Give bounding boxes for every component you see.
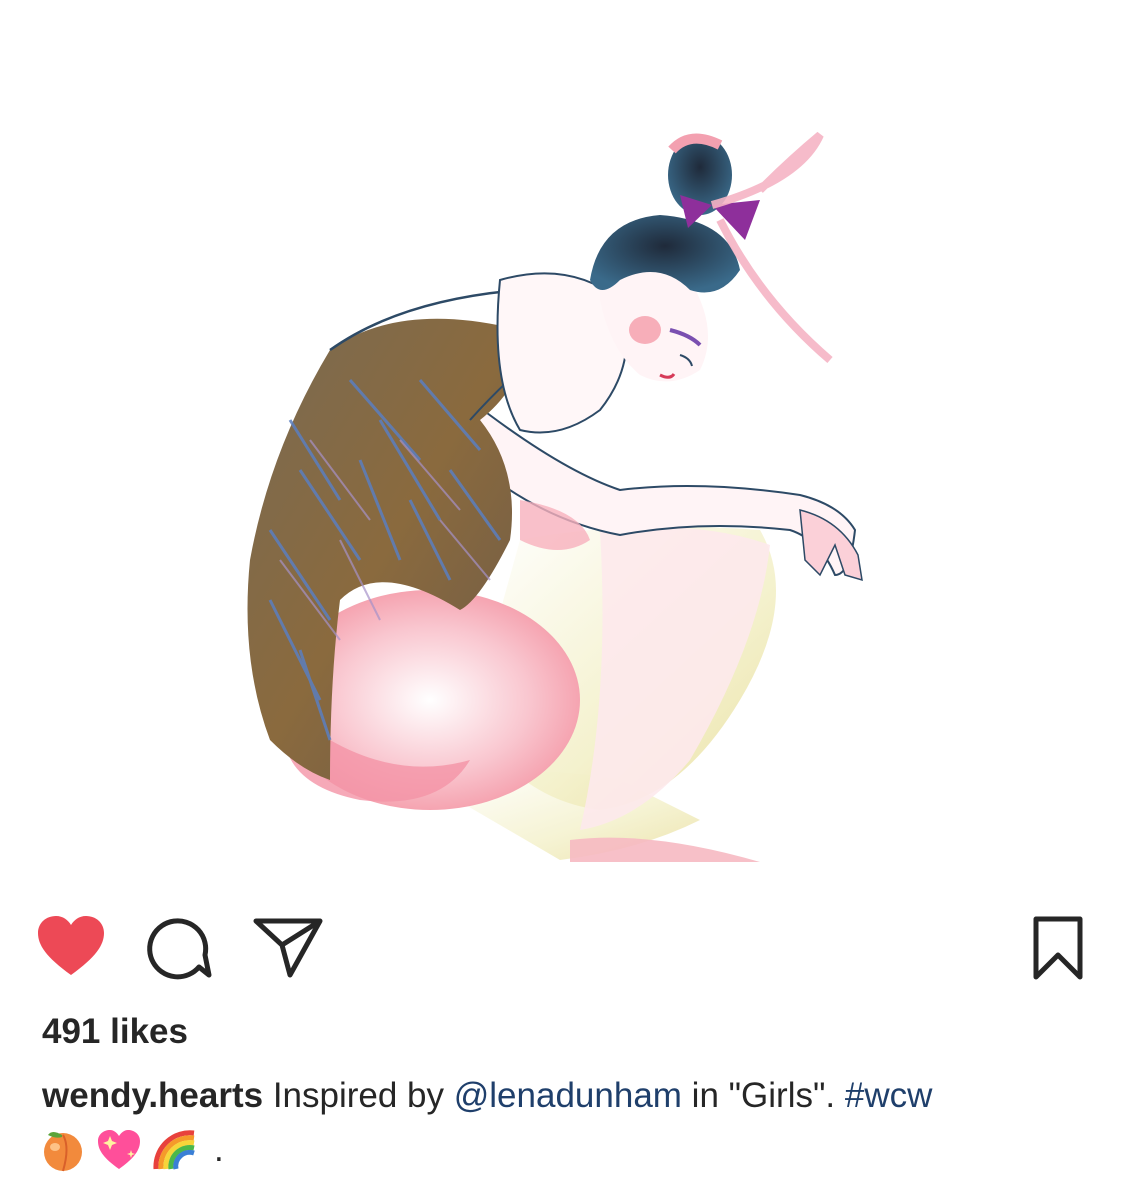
share-icon[interactable] xyxy=(252,915,324,984)
caption-username[interactable]: wendy.hearts xyxy=(42,1076,263,1115)
caption-text-after: in "Girls". xyxy=(681,1076,845,1115)
heart-icon[interactable] xyxy=(36,915,106,984)
likes-count[interactable]: 491 likes xyxy=(42,1012,188,1052)
rainbow-emoji xyxy=(152,1127,198,1173)
sparkling-heart-emoji xyxy=(96,1127,142,1173)
post-action-bar xyxy=(0,905,1121,995)
caption-trailing-dot: . xyxy=(214,1130,224,1169)
bookmark-icon[interactable] xyxy=(1030,915,1086,986)
caption-hashtag[interactable]: #wcw xyxy=(845,1076,933,1115)
peach-emoji xyxy=(40,1127,86,1173)
caption-text: Inspired by xyxy=(263,1076,454,1115)
caption-emoji-row: . xyxy=(40,1127,224,1173)
caption-mention[interactable]: @lenadunham xyxy=(454,1076,682,1115)
illustration-squatting-woman xyxy=(247,131,863,862)
comment-icon[interactable] xyxy=(145,915,215,986)
post-caption: wendy.hearts Inspired by @lenadunham in … xyxy=(42,1073,1082,1119)
post-image[interactable] xyxy=(0,0,1121,895)
